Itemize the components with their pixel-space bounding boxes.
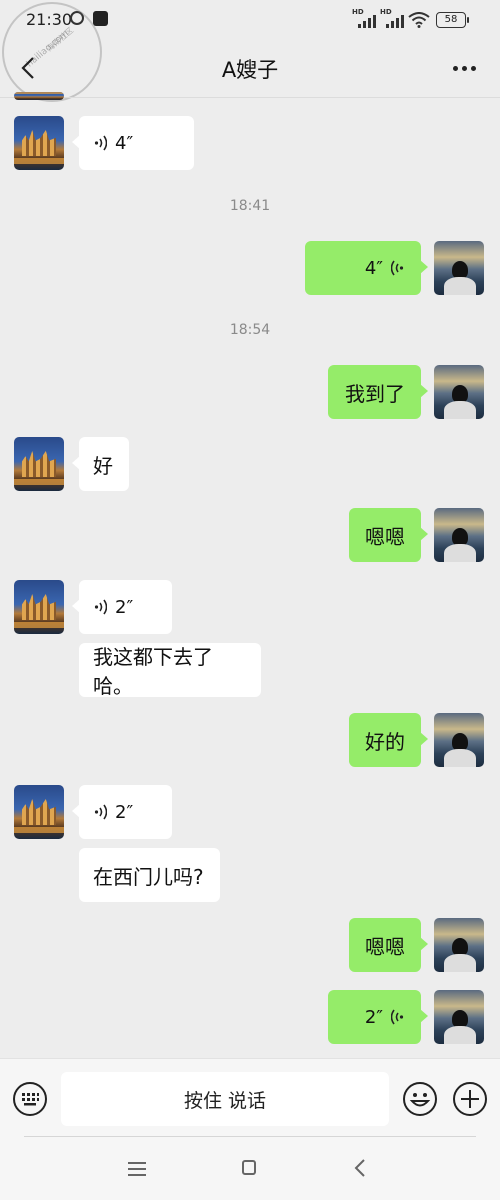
text-message-bubble[interactable]: 好 bbox=[72, 437, 129, 491]
text-message-bubble[interactable]: 我到了 bbox=[328, 365, 428, 419]
text-message-bubble[interactable]: 好的 bbox=[349, 713, 428, 767]
message-text: 好 bbox=[93, 453, 113, 478]
voice-wave-icon bbox=[94, 804, 107, 820]
text-message-bubble[interactable]: 在西门儿吗? bbox=[79, 848, 220, 902]
my-avatar[interactable] bbox=[434, 241, 484, 295]
message-text: 我到了 bbox=[345, 381, 405, 406]
voice-message-bubble[interactable]: 4″ bbox=[72, 116, 194, 170]
contact-avatar[interactable] bbox=[14, 580, 64, 634]
plus-icon[interactable] bbox=[452, 1081, 488, 1117]
message-text: 在西门儿吗? bbox=[93, 864, 204, 889]
emoji-icon[interactable] bbox=[402, 1081, 438, 1117]
chat-title: A嫂子 bbox=[221, 58, 279, 82]
my-avatar[interactable] bbox=[434, 713, 484, 767]
timestamp: 18:54 bbox=[229, 322, 271, 338]
keyboard-icon[interactable] bbox=[12, 1081, 48, 1117]
voice-wave-icon bbox=[94, 135, 107, 151]
text-message-bubble[interactable]: 嗯嗯 bbox=[349, 508, 428, 562]
contact-avatar[interactable] bbox=[14, 437, 64, 491]
voice-duration: 4″ bbox=[115, 132, 134, 154]
avatar bbox=[14, 92, 64, 100]
voice-message-bubble[interactable]: 2″ bbox=[72, 785, 172, 839]
contact-avatar[interactable] bbox=[14, 116, 64, 170]
voice-duration: 2″ bbox=[115, 801, 134, 823]
battery-icon: 58 bbox=[436, 12, 469, 28]
voice-message-bubble[interactable]: 2″ bbox=[72, 580, 172, 634]
voice-duration: 2″ bbox=[115, 596, 134, 618]
more-dots-icon[interactable] bbox=[446, 56, 482, 80]
text-message-bubble[interactable]: 嗯嗯 bbox=[349, 918, 428, 972]
voice-wave-icon bbox=[94, 599, 107, 615]
home-icon[interactable] bbox=[242, 1160, 256, 1175]
message-text: 好的 bbox=[365, 729, 405, 754]
nav-divider bbox=[24, 1136, 476, 1137]
cell-signal-icon: HD bbox=[380, 8, 404, 28]
system-nav-bar bbox=[0, 1140, 500, 1200]
status-time: 21:30 bbox=[26, 10, 73, 29]
text-message-bubble[interactable]: 我这都下去了哈。 bbox=[79, 643, 261, 698]
voice-duration: 2″ bbox=[364, 1006, 383, 1028]
voice-wave-icon bbox=[391, 1009, 404, 1025]
timestamp: 18:41 bbox=[229, 198, 271, 214]
voice-message-bubble[interactable]: 4″ bbox=[305, 241, 428, 295]
voice-wave-icon bbox=[391, 260, 404, 276]
cell-signal-icon: HD bbox=[352, 8, 376, 28]
input-bar: 按住 说话 bbox=[0, 1058, 500, 1140]
my-avatar[interactable] bbox=[434, 990, 484, 1044]
contact-avatar[interactable] bbox=[14, 785, 64, 839]
app-notification-icon bbox=[93, 11, 108, 26]
my-avatar[interactable] bbox=[434, 918, 484, 972]
my-avatar[interactable] bbox=[434, 365, 484, 419]
header-divider bbox=[0, 97, 500, 98]
message-text: 嗯嗯 bbox=[365, 934, 405, 959]
chat-header: A嫂子 bbox=[0, 40, 500, 96]
status-bar: 21:30 HD HD 58 bbox=[0, 0, 500, 40]
notification-icon bbox=[70, 11, 84, 25]
menu-icon[interactable] bbox=[128, 1162, 146, 1176]
wifi-icon bbox=[408, 12, 430, 28]
voice-message-bubble[interactable]: 2″ bbox=[328, 990, 428, 1044]
message-text: 嗯嗯 bbox=[365, 524, 405, 549]
voice-duration: 4″ bbox=[364, 257, 383, 279]
my-avatar[interactable] bbox=[434, 508, 484, 562]
message-text: 我这都下去了哈。 bbox=[93, 645, 213, 698]
back-triangle-icon[interactable] bbox=[352, 1158, 368, 1178]
hold-to-talk-button[interactable]: 按住 说话 bbox=[61, 1072, 389, 1126]
